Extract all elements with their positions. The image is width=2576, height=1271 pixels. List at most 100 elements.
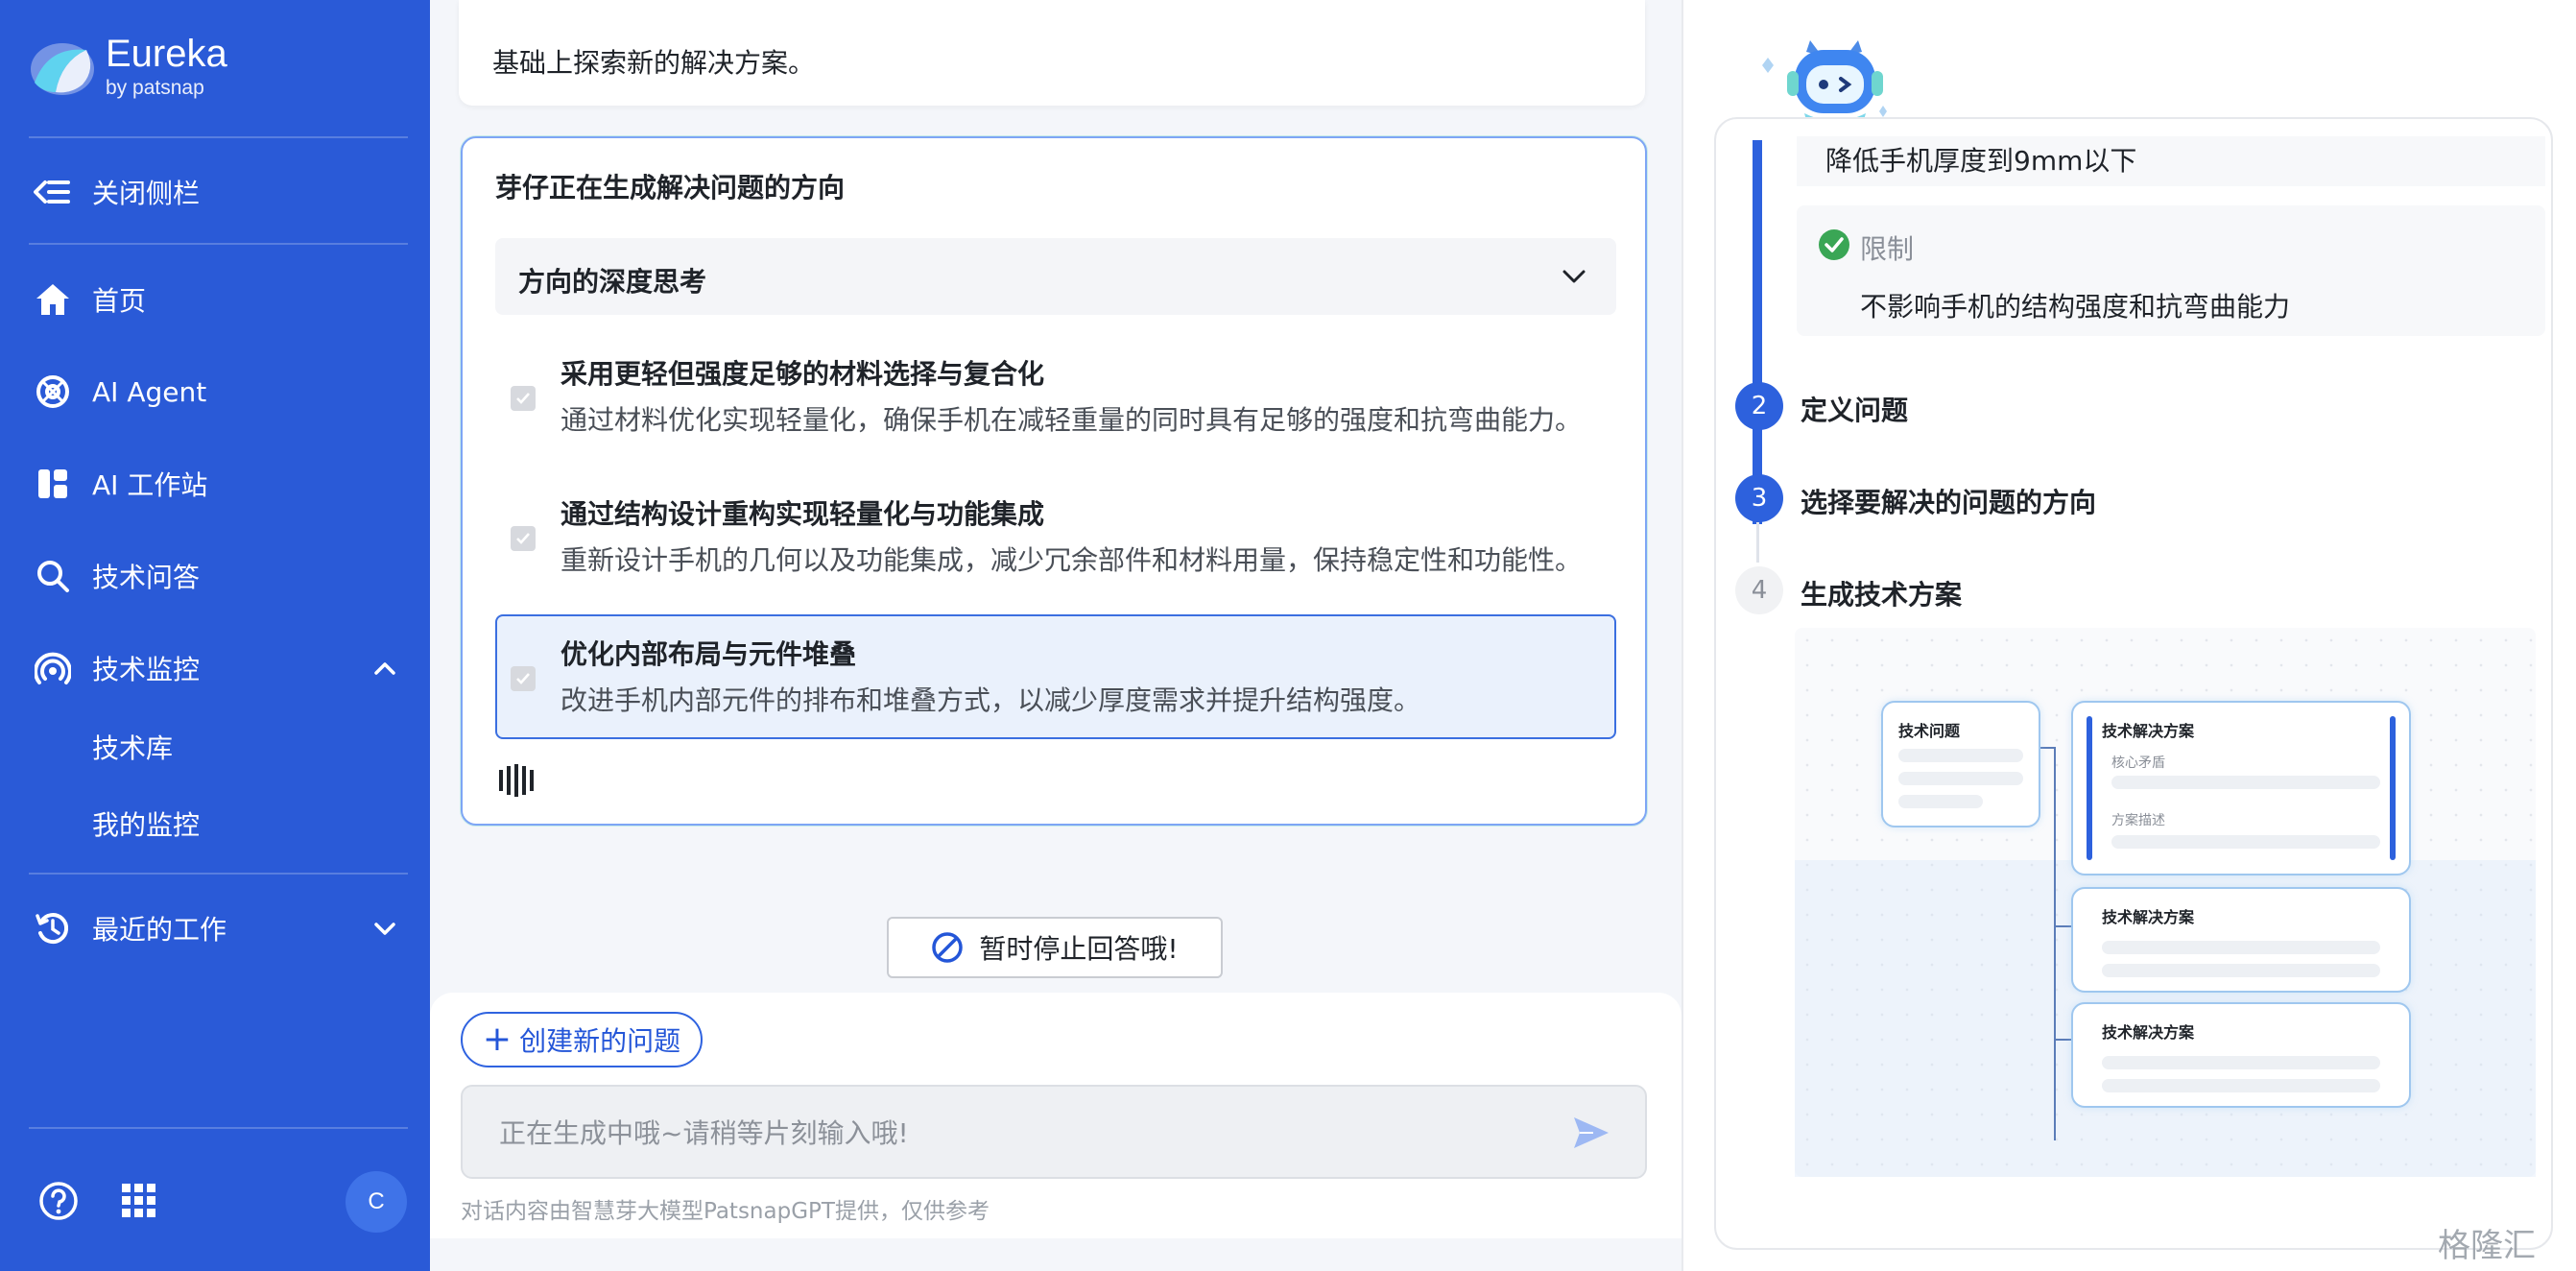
sidebar-item-label: 首页 [92,285,147,317]
preview-card-title: 技术问题 [1898,722,1961,740]
eureka-logo-icon [31,43,94,95]
placeholder-line [1898,749,2023,762]
direction-option-selected[interactable]: 优化内部布局与元件堆叠 改进手机内部元件的排布和堆叠方式，以减少厚度需求并提升结… [495,614,1616,739]
preview-solution-card: 技术解决方案 核心矛盾 方案描述 [2071,701,2411,875]
home-icon [29,276,77,324]
direction-option[interactable]: 通过结构设计重构实现轻量化与功能集成 重新设计手机的几何以及功能集成，减少冗余部… [495,474,1616,599]
step-generate-solution: 4 生成技术方案 [1735,566,2522,614]
direction-title: 采用更轻但强度足够的材料选择与复合化 [561,358,1045,390]
workstation-icon [29,460,77,508]
collapse-sidebar-button[interactable]: 关闭侧栏 [29,163,408,221]
sidebar-item-ai-workstation[interactable]: AI 工作站 [29,455,408,513]
placeholder-line [2102,964,2380,977]
step-label: 定义问题 [1801,395,1909,426]
stop-answer-button[interactable]: 暂时停止回答哦! [887,917,1223,978]
depth-thinking-label: 方向的深度思考 [518,266,707,298]
brand-subtitle: by patsnap [106,77,204,99]
sidebar-item-tech-monitor[interactable]: 技术监控 [29,639,408,697]
progress-rail-pending [1756,522,1759,563]
placeholder-line [1898,772,2023,785]
preview-solution-card: 技术解决方案 [2071,887,2411,993]
search-icon [29,552,77,600]
send-icon[interactable] [1572,1115,1610,1150]
chevron-up-icon [374,662,395,675]
sidebar-item-label: 技术监控 [92,654,201,685]
step-label: 选择要解决的问题的方向 [1801,487,2097,518]
help-icon[interactable] [38,1181,79,1221]
step-label: 生成技术方案 [1801,579,1963,611]
direction-title: 优化内部布局与元件堆叠 [561,638,857,670]
sidebar-subitem-tech-library[interactable]: 技术库 [92,728,173,766]
sidebar-item-ai-agent[interactable]: AI Agent [29,363,408,420]
step-select-direction: 3 选择要解决的问题的方向 [1735,474,2522,522]
sidebar-item-label: AI Agent [92,375,207,408]
progress-card: 降低手机厚度到9mm以下 限制 不影响手机的结构强度和抗弯曲能力 2 定义问题 … [1714,117,2553,1250]
collapse-sidebar-icon [29,168,77,216]
preview-problem-card: 技术问题 [1881,701,2040,827]
sidebar-divider [29,1127,408,1129]
message-input-box[interactable] [461,1085,1647,1179]
placeholder-line [2102,941,2380,954]
preview-card-title: 技术解决方案 [2102,722,2195,740]
goal-box: 降低手机厚度到9mm以下 [1797,136,2545,186]
direction-checkbox[interactable] [511,386,536,411]
sidebar-footer: C [29,1171,413,1238]
preview-card-title: 技术解决方案 [2102,908,2195,926]
placeholder-line [2111,835,2380,849]
step-number: 4 [1735,566,1783,614]
direction-checkbox[interactable] [511,526,536,551]
goal-text: 降低手机厚度到9mm以下 [1825,145,2137,177]
placeholder-line [1898,795,1983,808]
watermark: 格隆汇 [2438,1227,2536,1265]
direction-description: 通过材料优化实现轻量化，确保手机在减轻重量的同时具有足够的强度和抗弯曲能力。 [561,404,1583,436]
composer-panel: + 创建新的问题 对话内容由智慧芽大模型PatsnapGPT提供，仅供参考 [430,993,1682,1238]
sidebar-item-tech-qa[interactable]: 技术问答 [29,547,408,605]
depth-thinking-toggle[interactable]: 方向的深度思考 [495,238,1616,315]
apps-grid-icon[interactable] [121,1183,157,1219]
sidebar-item-recent-work[interactable]: 最近的工作 [29,899,408,957]
collapse-sidebar-label: 关闭侧栏 [92,178,201,209]
sidebar-item-home[interactable]: 首页 [29,271,408,328]
placeholder-line [2111,776,2380,789]
progress-panel: 降低手机厚度到9mm以下 限制 不影响手机的结构强度和抗弯曲能力 2 定义问题 … [1682,0,2576,1271]
direction-option[interactable]: 采用更轻但强度足够的材料选择与复合化 通过材料优化实现轻量化，确保手机在减轻重量… [495,334,1616,459]
card-accent [2390,716,2396,860]
disclaimer-text: 对话内容由智慧芽大模型PatsnapGPT提供，仅供参考 [461,1199,990,1224]
solution-preview-diagram: 技术问题 技术解决方案 核心矛盾 方案描述 技术解决方案 技术解决方案 [1795,628,2536,1177]
history-icon [29,904,77,952]
previous-message-card: 基础上探索新的解决方案。 [459,0,1645,106]
limit-text: 不影响手机的结构强度和抗弯曲能力 [1860,291,2291,323]
step-number: 2 [1735,382,1783,430]
limit-box: 限制 不影响手机的结构强度和抗弯曲能力 [1797,205,2545,336]
placeholder-line [2102,1079,2380,1092]
stop-icon [932,932,964,963]
check-circle-icon [1819,229,1849,260]
sidebar-subitem-my-monitor[interactable]: 我的监控 [92,804,200,843]
direction-checkbox[interactable] [511,666,536,691]
chevron-down-icon [374,923,395,935]
direction-description: 改进手机内部元件的排布和堆叠方式，以减少厚度需求并提升结构强度。 [561,684,1421,716]
preview-card-title: 技术解决方案 [2102,1023,2195,1042]
monitor-icon [29,644,77,692]
new-question-button[interactable]: + 创建新的问题 [461,1012,703,1067]
avatar[interactable]: C [346,1171,407,1233]
agent-icon [29,368,77,416]
connector [2054,925,2073,927]
connector [2054,1039,2073,1041]
sidebar-item-label: AI 工作站 [92,469,208,501]
brand-name: Eureka [106,33,227,75]
chevron-down-icon [1562,270,1586,283]
placeholder-line [2102,1056,2380,1069]
generating-loader-icon [499,764,534,797]
connector [2054,747,2056,1140]
direction-description: 重新设计手机的几何以及功能集成，减少冗余部件和材料用量，保持稳定性和功能性。 [561,544,1583,576]
message-input[interactable] [499,1112,1536,1154]
generation-title: 芽仔正在生成解决问题的方向 [495,172,846,204]
previous-message-text: 基础上探索新的解决方案。 [492,47,816,79]
sidebar-divider [29,136,408,138]
sidebar-item-label: 技术问答 [92,562,201,593]
direction-title: 通过结构设计重构实现轻量化与功能集成 [561,498,1045,530]
chat-main: 基础上探索新的解决方案。 芽仔正在生成解决问题的方向 方向的深度思考 采用更轻但… [430,0,1682,1271]
step-define-problem: 2 定义问题 [1735,382,2522,430]
preview-card-subtitle: 方案描述 [2111,813,2165,828]
